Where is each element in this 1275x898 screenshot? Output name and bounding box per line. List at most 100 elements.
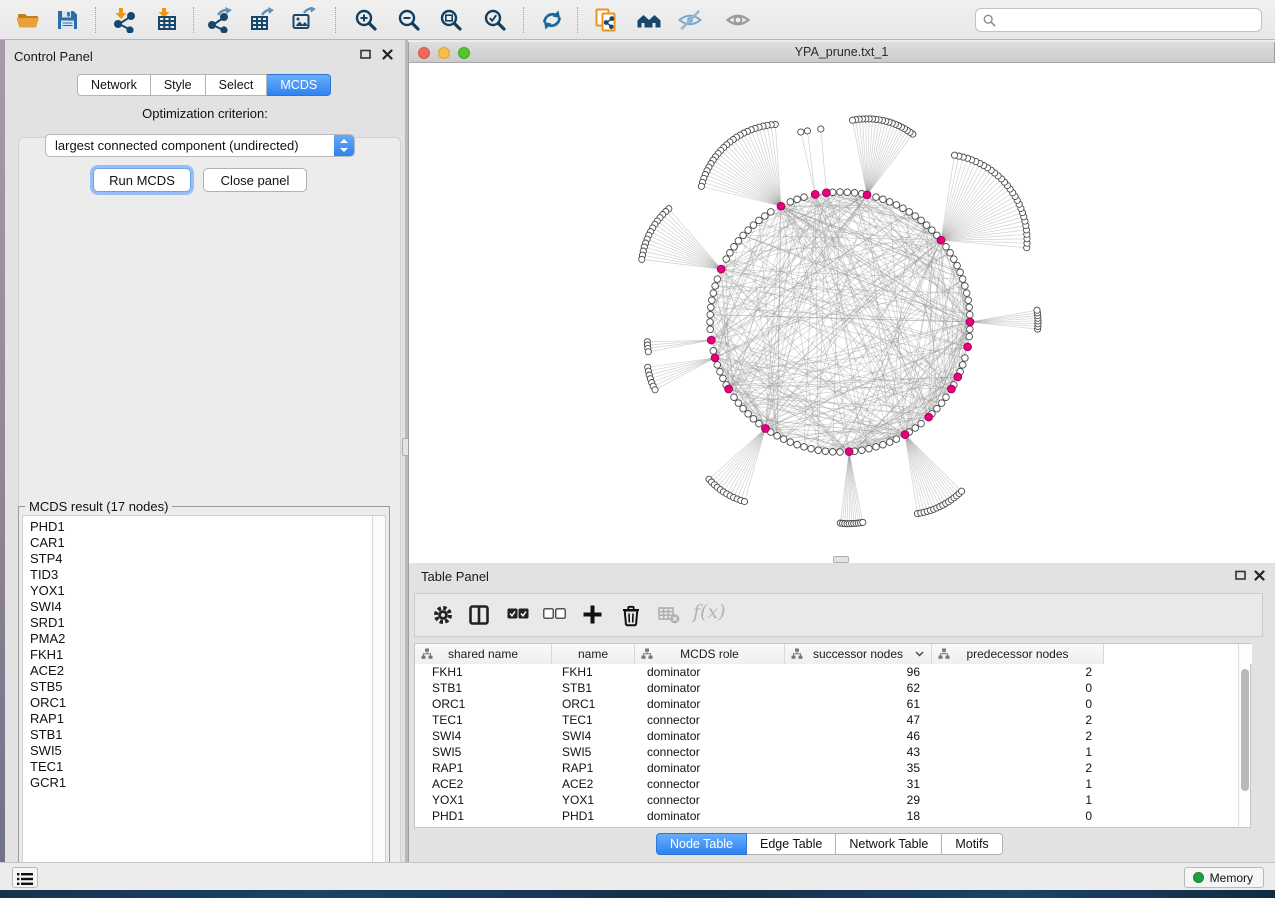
table-splitter-handle[interactable]	[833, 556, 849, 563]
graph-node[interactable]	[906, 209, 913, 216]
graph-node-dominator[interactable]	[925, 413, 933, 421]
graph-node-dominator[interactable]	[717, 265, 725, 273]
graph-node[interactable]	[720, 375, 727, 382]
float-panel-icon[interactable]	[360, 48, 374, 61]
graph-node[interactable]	[929, 227, 936, 234]
graph-node[interactable]	[774, 433, 781, 440]
export-table-icon[interactable]	[247, 6, 275, 34]
graph-node-dominator[interactable]	[901, 431, 909, 439]
zoom-selected-icon[interactable]	[481, 6, 509, 34]
graph-node[interactable]	[943, 394, 950, 401]
mcds-result-item[interactable]: TEC1	[30, 759, 373, 775]
graph-node[interactable]	[798, 129, 804, 135]
graph-node[interactable]	[880, 196, 887, 203]
mcds-result-item[interactable]: STB1	[30, 727, 373, 743]
graph-node[interactable]	[966, 333, 973, 340]
tab-motifs[interactable]: Motifs	[942, 833, 1002, 855]
show-columns-icon[interactable]	[468, 604, 490, 626]
graph-node[interactable]	[938, 400, 945, 407]
graph-node-dominator[interactable]	[823, 189, 831, 197]
graph-node[interactable]	[959, 276, 966, 283]
column-header-successor-nodes[interactable]: successor nodes	[785, 644, 932, 664]
network-canvas[interactable]	[409, 63, 1275, 563]
graph-node-dominator[interactable]	[954, 373, 962, 381]
graph-node[interactable]	[822, 448, 829, 455]
graph-node[interactable]	[731, 244, 738, 251]
mcds-result-item[interactable]: ORC1	[30, 695, 373, 711]
graph-node[interactable]	[698, 183, 704, 189]
tab-mcds[interactable]: MCDS	[267, 74, 331, 96]
graph-node[interactable]	[741, 498, 747, 504]
mcds-result-item[interactable]: GCR1	[30, 775, 373, 791]
graph-node[interactable]	[947, 250, 954, 257]
graph-node[interactable]	[787, 439, 794, 446]
graph-node[interactable]	[893, 436, 900, 443]
graph-node[interactable]	[866, 445, 873, 452]
close-table-panel-icon[interactable]	[1254, 569, 1268, 582]
optimization-criterion-select[interactable]: largest connected component (undirected)	[45, 134, 355, 157]
mcds-result-item[interactable]: SWI4	[30, 599, 373, 615]
graph-node-dominator[interactable]	[725, 385, 733, 393]
graph-node[interactable]	[818, 126, 824, 132]
deselect-all-icon[interactable]	[543, 608, 567, 620]
graph-node[interactable]	[851, 190, 858, 197]
add-row-icon[interactable]	[582, 604, 603, 625]
graph-node[interactable]	[740, 232, 747, 239]
select-all-icon[interactable]	[507, 608, 529, 620]
graph-node[interactable]	[787, 199, 794, 206]
graph-node[interactable]	[923, 222, 930, 229]
graph-node[interactable]	[750, 222, 757, 229]
graph-node[interactable]	[860, 519, 866, 525]
mcds-result-item[interactable]: FKH1	[30, 647, 373, 663]
graph-node-dominator[interactable]	[777, 202, 785, 210]
graph-node-dominator[interactable]	[762, 425, 770, 433]
graph-node-dominator[interactable]	[948, 385, 956, 393]
search-input[interactable]	[996, 10, 1261, 30]
tab-style[interactable]: Style	[151, 74, 206, 96]
graph-node[interactable]	[886, 439, 893, 446]
column-header-predecessor-nodes[interactable]: predecessor nodes	[932, 644, 1104, 664]
graph-node[interactable]	[723, 256, 730, 263]
run-mcds-button[interactable]: Run MCDS	[93, 168, 191, 192]
graph-node[interactable]	[745, 227, 752, 234]
graph-node[interactable]	[962, 355, 969, 362]
memory-button[interactable]: Memory	[1184, 867, 1264, 888]
graph-node[interactable]	[966, 304, 973, 311]
mcds-result-item[interactable]: STP4	[30, 551, 373, 567]
graph-node[interactable]	[873, 194, 880, 201]
graph-node[interactable]	[735, 238, 742, 245]
column-header-mcds-role[interactable]: MCDS role	[635, 644, 785, 664]
graph-node-dominator[interactable]	[863, 191, 871, 199]
table-row[interactable]: FKH1FKH1dominator962	[415, 664, 1250, 680]
graph-node[interactable]	[710, 290, 717, 297]
mcds-scrollbar[interactable]	[372, 515, 386, 873]
close-panel-button[interactable]: Close panel	[203, 168, 307, 192]
graph-node[interactable]	[756, 217, 763, 224]
graph-node[interactable]	[756, 420, 763, 427]
network-from-selection-icon[interactable]	[592, 6, 620, 34]
graph-node[interactable]	[639, 256, 645, 262]
graph-node[interactable]	[873, 444, 880, 451]
zoom-out-icon[interactable]	[395, 6, 423, 34]
export-image-icon[interactable]	[289, 6, 317, 34]
graph-node[interactable]	[717, 368, 724, 375]
graph-node[interactable]	[967, 326, 974, 333]
graph-node[interactable]	[893, 202, 900, 209]
graph-node[interactable]	[762, 213, 769, 220]
import-network-icon[interactable]	[110, 6, 138, 34]
tab-edge-table[interactable]: Edge Table	[747, 833, 836, 855]
table-row[interactable]: SWI5SWI5connector431	[415, 744, 1250, 760]
graph-node[interactable]	[957, 269, 964, 276]
graph-node[interactable]	[750, 416, 757, 423]
graph-node[interactable]	[859, 447, 866, 454]
graph-node[interactable]	[794, 196, 801, 203]
zoom-in-icon[interactable]	[352, 6, 380, 34]
function-builder-icon[interactable]: f(x)	[693, 601, 726, 623]
graph-node[interactable]	[951, 152, 957, 158]
table-row[interactable]: ORC1ORC1dominator610	[415, 696, 1250, 712]
column-header-name[interactable]: name	[552, 644, 635, 664]
mcds-result-item[interactable]: ACE2	[30, 663, 373, 679]
delete-table-icon[interactable]	[658, 607, 680, 624]
zoom-fit-icon[interactable]	[437, 6, 465, 34]
mcds-result-item[interactable]: CAR1	[30, 535, 373, 551]
